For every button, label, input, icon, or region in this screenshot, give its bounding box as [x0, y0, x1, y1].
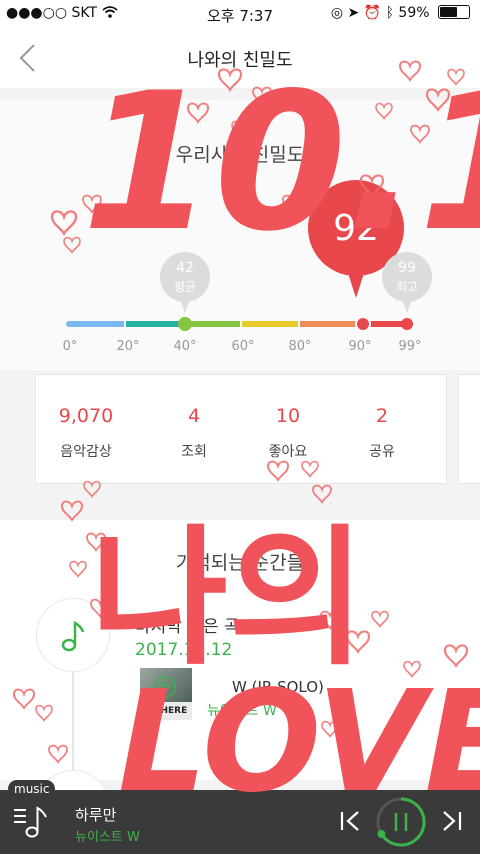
scale-tick: 60°: [231, 339, 255, 354]
max-label: 최고: [395, 280, 419, 294]
playlist-icon: [14, 806, 47, 838]
scale-tick: 40°: [173, 339, 197, 354]
song-title[interactable]: W (JR SOLO): [232, 678, 324, 696]
music-tag: music: [8, 780, 56, 798]
stat-value: 4: [187, 405, 201, 427]
memories-title: 기억되는 순간들: [175, 552, 305, 574]
player-song-title: 하루만: [75, 806, 117, 824]
timeline-node: [36, 598, 110, 672]
max-value: 99: [398, 260, 416, 276]
average-pointer: [180, 299, 190, 313]
stat-listens: 9,070 음악감상: [36, 405, 136, 461]
player-artist: 뉴이스트 W: [75, 830, 140, 845]
stats-card-next[interactable]: [458, 374, 480, 484]
scale-segment: [242, 321, 298, 327]
score-degree: °: [382, 202, 389, 218]
average-marker: [178, 317, 192, 331]
music-note-icon: [61, 620, 85, 652]
mini-player[interactable]: [0, 790, 480, 854]
lock-rotation-icon: ◎: [330, 5, 344, 21]
scale-segment: [186, 321, 240, 327]
stat-value: 2: [375, 405, 389, 427]
scale-segment: [300, 321, 358, 327]
intimacy-section-title: 우리사이 친밀도: [175, 144, 305, 166]
share-icon: [310, 139, 333, 163]
max-marker: [401, 318, 413, 330]
next-button[interactable]: [440, 808, 464, 838]
scale-tick: 20°: [116, 339, 140, 354]
header: 나와의 친밀도: [0, 28, 480, 88]
pause-button[interactable]: [374, 795, 428, 853]
next-icon: [443, 811, 462, 831]
scale-tick: 80°: [288, 339, 312, 354]
score-marker: [355, 316, 371, 332]
stat-views: 4 조회: [144, 405, 244, 461]
stat-value: 10: [275, 405, 301, 427]
average-bubble: 42 평균: [160, 252, 210, 302]
scale-segment: [66, 321, 124, 327]
pause-icon: [376, 797, 426, 847]
location-icon: ➤: [347, 5, 360, 21]
status-right: ◎ ➤ ⏰ ᛒ 59%: [331, 5, 470, 21]
stat-label: 음악감상: [60, 444, 112, 460]
average-value: 42: [176, 260, 194, 276]
max-pointer: [402, 299, 412, 313]
score-value: 92: [333, 208, 379, 249]
stat-label: 좋아요: [268, 444, 308, 460]
score-bubble-pointer: [347, 270, 365, 298]
battery-icon: [438, 5, 470, 19]
stat-shares: 2 공유: [332, 405, 432, 461]
stat-likes: 10 좋아요: [238, 405, 338, 461]
stat-label: 공유: [369, 444, 395, 460]
scale-tick: 99°: [398, 339, 422, 354]
play-icon: [154, 676, 176, 698]
max-bubble: 99 최고: [382, 252, 432, 302]
share-button[interactable]: [308, 137, 336, 169]
battery-percent: 59%: [398, 5, 430, 21]
status-bar: ●●●○○ SKT 오후 7:37 ◎ ➤ ⏰ ᛒ 59%: [0, 0, 480, 28]
last-played-label: 마지막 들은 곡: [135, 617, 240, 637]
stats-card: 9,070 음악감상 4 조회 10 좋아요 2 공유: [35, 374, 447, 484]
stat-label: 조회: [181, 444, 207, 460]
song-artist: 뉴이스트 W: [207, 703, 277, 719]
previous-button[interactable]: [338, 808, 362, 838]
scale-tick: 0°: [62, 339, 78, 354]
stat-value: 9,070: [58, 405, 114, 427]
average-label: 평균: [173, 280, 197, 294]
alarm-icon: ⏰: [363, 5, 382, 21]
scale-segment: [126, 321, 184, 327]
album-text: W, HERE: [140, 702, 192, 720]
timeline-line: [72, 660, 74, 780]
playlist-button[interactable]: [12, 802, 52, 846]
previous-icon: [340, 811, 359, 831]
scale-tick: 90°: [348, 339, 372, 354]
album-art[interactable]: W, HERE: [140, 668, 192, 720]
bluetooth-icon: ᛒ: [385, 5, 394, 21]
last-played-date: 2017.10.12: [135, 640, 233, 660]
page-title: 나와의 친밀도: [187, 50, 293, 71]
